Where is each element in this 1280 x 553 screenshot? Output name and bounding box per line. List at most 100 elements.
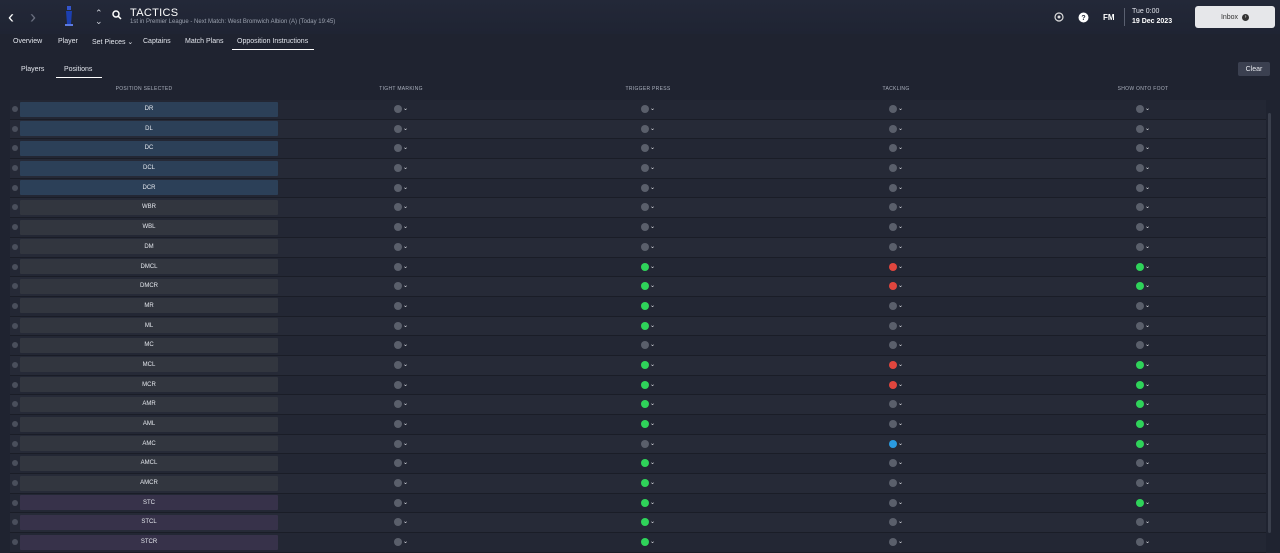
up-down-chevron-icon[interactable]: ⌃ ⌄ bbox=[95, 9, 103, 26]
tight-marking-selector[interactable]: ⌄ bbox=[393, 380, 408, 389]
row-select-icon[interactable] bbox=[12, 361, 18, 368]
trigger-press-selector[interactable]: ⌄ bbox=[640, 420, 655, 428]
row-select-icon[interactable] bbox=[12, 322, 18, 329]
tackling-selector[interactable]: ⌄ bbox=[888, 479, 903, 488]
fm-logo[interactable]: FM bbox=[1103, 13, 1115, 22]
trigger-press-selector[interactable]: ⌄ bbox=[640, 538, 655, 547]
position-label[interactable]: DCL bbox=[20, 160, 278, 176]
tight-marking-selector[interactable]: ⌄ bbox=[393, 105, 408, 113]
position-label[interactable]: WBR bbox=[20, 199, 278, 215]
trigger-press-selector[interactable]: ⌄ bbox=[640, 164, 655, 173]
position-label[interactable]: AML bbox=[20, 416, 278, 432]
position-label[interactable]: DL bbox=[20, 121, 278, 137]
inbox-button[interactable]: Inbox › bbox=[1195, 6, 1275, 28]
tackling-selector[interactable]: ⌄ bbox=[888, 321, 903, 330]
position-label[interactable]: ML bbox=[20, 318, 278, 334]
trigger-press-selector[interactable]: ⌄ bbox=[640, 301, 655, 310]
show-onto-foot-selector[interactable]: ⌄ bbox=[1135, 242, 1150, 251]
trigger-press-selector[interactable]: ⌄ bbox=[640, 380, 655, 389]
tab-player[interactable]: Player bbox=[58, 38, 78, 45]
tackling-selector[interactable]: ⌄ bbox=[888, 144, 903, 153]
search-icon[interactable] bbox=[112, 10, 122, 20]
tight-marking-selector[interactable]: ⌄ bbox=[393, 183, 408, 192]
trigger-press-selector[interactable]: ⌄ bbox=[640, 144, 655, 153]
trigger-press-selector[interactable]: ⌄ bbox=[640, 282, 655, 291]
col-header-tackling[interactable]: TACKLING bbox=[882, 86, 909, 92]
show-onto-foot-selector[interactable]: ⌄ bbox=[1135, 183, 1150, 192]
trigger-press-selector[interactable]: ⌄ bbox=[640, 479, 655, 488]
tackling-selector[interactable]: ⌄ bbox=[888, 183, 903, 192]
row-select-icon[interactable] bbox=[12, 539, 18, 546]
tight-marking-selector[interactable]: ⌄ bbox=[393, 301, 408, 310]
tackling-selector[interactable]: ⌄ bbox=[888, 380, 903, 389]
tab-match-plans[interactable]: Match Plans bbox=[185, 38, 224, 45]
position-label[interactable]: DMCL bbox=[20, 259, 278, 274]
tackling-selector[interactable]: ⌄ bbox=[888, 164, 903, 173]
show-onto-foot-selector[interactable]: ⌄ bbox=[1135, 400, 1150, 409]
people-icon[interactable] bbox=[1054, 12, 1064, 22]
tight-marking-selector[interactable]: ⌄ bbox=[393, 164, 408, 173]
tackling-selector[interactable]: ⌄ bbox=[888, 360, 903, 369]
trigger-press-selector[interactable]: ⌄ bbox=[640, 321, 655, 330]
trigger-press-selector[interactable]: ⌄ bbox=[640, 105, 655, 113]
row-select-icon[interactable] bbox=[12, 106, 18, 112]
tackling-selector[interactable]: ⌄ bbox=[888, 282, 903, 291]
subtab-players[interactable]: Players bbox=[21, 66, 44, 73]
show-onto-foot-selector[interactable]: ⌄ bbox=[1135, 124, 1150, 133]
tackling-selector[interactable]: ⌄ bbox=[888, 223, 903, 232]
row-select-icon[interactable] bbox=[12, 263, 18, 270]
tight-marking-selector[interactable]: ⌄ bbox=[393, 518, 408, 527]
forward-arrow-icon[interactable]: › bbox=[30, 8, 36, 26]
trigger-press-selector[interactable]: ⌄ bbox=[640, 223, 655, 232]
scrollbar[interactable] bbox=[1268, 113, 1271, 533]
show-onto-foot-selector[interactable]: ⌄ bbox=[1135, 459, 1150, 468]
position-label[interactable]: DR bbox=[20, 101, 278, 117]
show-onto-foot-selector[interactable]: ⌄ bbox=[1135, 479, 1150, 488]
trigger-press-selector[interactable]: ⌄ bbox=[640, 124, 655, 133]
show-onto-foot-selector[interactable]: ⌄ bbox=[1135, 321, 1150, 330]
show-onto-foot-selector[interactable]: ⌄ bbox=[1135, 223, 1150, 232]
tight-marking-selector[interactable]: ⌄ bbox=[393, 124, 408, 133]
position-label[interactable]: AMCR bbox=[20, 475, 278, 491]
row-select-icon[interactable] bbox=[12, 381, 18, 388]
col-header-position[interactable]: POSITION SELECTED bbox=[116, 86, 173, 92]
tight-marking-selector[interactable]: ⌄ bbox=[393, 400, 408, 409]
row-select-icon[interactable] bbox=[12, 440, 18, 447]
help-icon[interactable]: ? bbox=[1078, 12, 1089, 23]
row-select-icon[interactable] bbox=[12, 342, 18, 349]
trigger-press-selector[interactable]: ⌄ bbox=[640, 360, 655, 369]
back-arrow-icon[interactable]: ‹ bbox=[8, 8, 14, 26]
tight-marking-selector[interactable]: ⌄ bbox=[393, 439, 408, 448]
tackling-selector[interactable]: ⌄ bbox=[888, 262, 903, 271]
row-select-icon[interactable] bbox=[12, 283, 18, 290]
tab-overview[interactable]: Overview bbox=[13, 38, 42, 45]
col-header-show-onto-foot[interactable]: SHOW ONTO FOOT bbox=[1118, 86, 1169, 92]
position-label[interactable]: STC bbox=[20, 495, 278, 511]
tight-marking-selector[interactable]: ⌄ bbox=[393, 242, 408, 251]
position-label[interactable]: STCL bbox=[20, 514, 278, 530]
tight-marking-selector[interactable]: ⌄ bbox=[393, 203, 408, 212]
col-header-trigger-press[interactable]: TRIGGER PRESS bbox=[625, 86, 670, 92]
trigger-press-selector[interactable]: ⌄ bbox=[640, 183, 655, 192]
tab-set-pieces[interactable]: Set Pieces ⌄ bbox=[92, 38, 133, 46]
tackling-selector[interactable]: ⌄ bbox=[888, 439, 903, 448]
show-onto-foot-selector[interactable]: ⌄ bbox=[1135, 105, 1150, 113]
show-onto-foot-selector[interactable]: ⌄ bbox=[1135, 518, 1150, 527]
position-label[interactable]: AMC bbox=[20, 436, 278, 452]
tab-opposition-instructions[interactable]: Opposition Instructions bbox=[232, 38, 315, 50]
tackling-selector[interactable]: ⌄ bbox=[888, 538, 903, 547]
trigger-press-selector[interactable]: ⌄ bbox=[640, 439, 655, 448]
trigger-press-selector[interactable]: ⌄ bbox=[640, 400, 655, 409]
tackling-selector[interactable]: ⌄ bbox=[888, 498, 903, 507]
tackling-selector[interactable]: ⌄ bbox=[888, 459, 903, 468]
row-select-icon[interactable] bbox=[12, 125, 18, 132]
show-onto-foot-selector[interactable]: ⌄ bbox=[1135, 538, 1150, 547]
tight-marking-selector[interactable]: ⌄ bbox=[393, 144, 408, 153]
position-label[interactable]: MCL bbox=[20, 357, 278, 373]
position-label[interactable]: AMR bbox=[20, 396, 278, 412]
tight-marking-selector[interactable]: ⌄ bbox=[393, 459, 408, 468]
show-onto-foot-selector[interactable]: ⌄ bbox=[1135, 420, 1150, 428]
tight-marking-selector[interactable]: ⌄ bbox=[393, 479, 408, 488]
show-onto-foot-selector[interactable]: ⌄ bbox=[1135, 164, 1150, 173]
show-onto-foot-selector[interactable]: ⌄ bbox=[1135, 262, 1150, 271]
